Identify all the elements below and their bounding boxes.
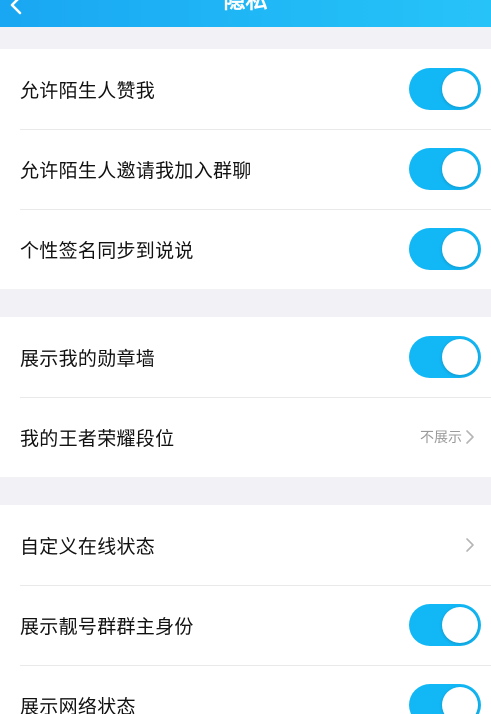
chevron-right-icon xyxy=(466,430,474,444)
custom-online-status-row[interactable]: 自定义在线状态 xyxy=(0,505,491,585)
signature-sync-to-moments-toggle[interactable] xyxy=(409,228,481,270)
row-label: 展示靓号群群主身份 xyxy=(20,615,194,638)
toggle-knob xyxy=(442,687,478,714)
toggle-knob xyxy=(442,339,478,375)
show-vip-group-owner-row[interactable]: 展示靓号群群主身份 xyxy=(0,585,491,665)
signature-sync-to-moments-row[interactable]: 个性签名同步到说说 xyxy=(0,209,491,289)
section-gap xyxy=(0,477,491,505)
row-label: 允许陌生人邀请我加入群聊 xyxy=(20,159,252,182)
toggle-knob xyxy=(442,151,478,187)
row-label: 展示网络状态 xyxy=(20,695,136,714)
rank-visibility-value[interactable]: 不展示 xyxy=(420,427,475,447)
toggle-knob xyxy=(442,231,478,267)
page-title: 隐私 xyxy=(223,0,268,14)
show-network-status-row[interactable]: 展示网络状态 xyxy=(0,665,491,714)
row-value: 不展示 xyxy=(420,430,462,446)
row-label: 个性签名同步到说说 xyxy=(20,239,194,262)
show-vip-group-owner-toggle[interactable] xyxy=(409,604,481,646)
section-gap xyxy=(0,27,491,49)
privacy-settings-screen: 隐私 允许陌生人赞我 允许陌生人邀请我加入群聊 个性签名同步到说说 展示我的勋章… xyxy=(0,0,491,714)
show-network-status-toggle[interactable] xyxy=(409,684,481,714)
row-label: 允许陌生人赞我 xyxy=(20,79,156,102)
row-label: 展示我的勋章墙 xyxy=(20,347,156,370)
allow-stranger-invite-group-row[interactable]: 允许陌生人邀请我加入群聊 xyxy=(0,129,491,209)
allow-stranger-like-toggle[interactable] xyxy=(409,68,481,110)
custom-online-status-link[interactable] xyxy=(465,537,475,553)
honor-of-kings-rank-row[interactable]: 我的王者荣耀段位 不展示 xyxy=(0,397,491,477)
section-gap xyxy=(0,289,491,317)
settings-group-2: 展示我的勋章墙 我的王者荣耀段位 不展示 xyxy=(0,317,491,477)
toggle-knob xyxy=(442,71,478,107)
show-medal-wall-row[interactable]: 展示我的勋章墙 xyxy=(0,317,491,397)
row-label: 自定义在线状态 xyxy=(20,535,156,558)
show-medal-wall-toggle[interactable] xyxy=(409,336,481,378)
row-label: 我的王者荣耀段位 xyxy=(20,427,175,450)
allow-stranger-invite-group-toggle[interactable] xyxy=(409,148,481,190)
toggle-knob xyxy=(442,607,478,643)
allow-stranger-like-row[interactable]: 允许陌生人赞我 xyxy=(0,49,491,129)
settings-group-3: 自定义在线状态 展示靓号群群主身份 展示网络状态 xyxy=(0,505,491,714)
settings-group-1: 允许陌生人赞我 允许陌生人邀请我加入群聊 个性签名同步到说说 xyxy=(0,49,491,289)
navigation-bar: 隐私 xyxy=(0,0,491,27)
chevron-right-icon xyxy=(466,538,474,552)
